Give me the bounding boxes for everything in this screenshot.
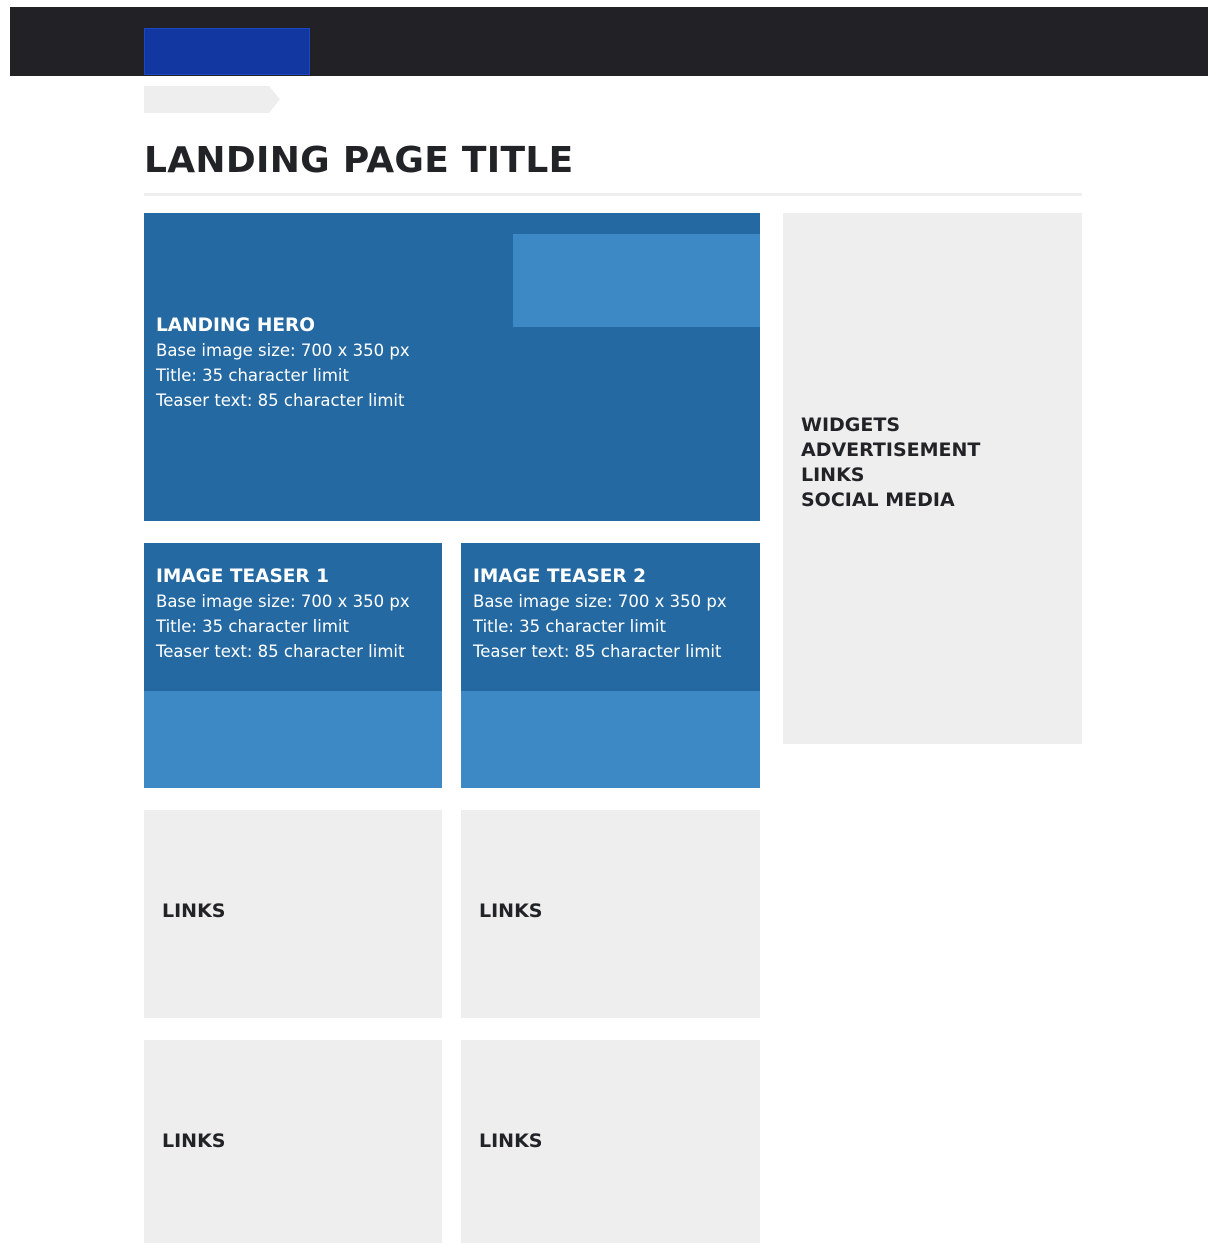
hero-title-limit: Title: 35 character limit (156, 366, 349, 385)
teaser-1-text: IMAGE TEASER 1 Base image size: 700 x 35… (156, 564, 410, 664)
landing-page-wireframe: LANDING PAGE TITLE LANDING HERO Base ima… (0, 0, 1208, 1243)
title-divider (144, 193, 1082, 196)
teaser-1-image-size: Base image size: 700 x 350 px (156, 592, 410, 611)
links-box-1-label: LINKS (162, 900, 226, 922)
teaser-2-teaser-limit: Teaser text: 85 character limit (473, 642, 722, 661)
links-box-1[interactable]: LINKS (144, 810, 442, 1018)
teaser-2-image-size: Base image size: 700 x 350 px (473, 592, 727, 611)
sidebar-widgets[interactable]: WIDGETS ADVERTISEMENT LINKS SOCIAL MEDIA (783, 213, 1082, 744)
teaser-2-heading: IMAGE TEASER 2 (473, 566, 646, 587)
teaser-1-teaser-limit: Teaser text: 85 character limit (156, 642, 405, 661)
hero-teaser-limit: Teaser text: 85 character limit (156, 391, 405, 410)
links-box-4[interactable]: LINKS (461, 1040, 760, 1243)
teaser-1-heading: IMAGE TEASER 1 (156, 566, 329, 587)
sidebar-item-advertisement: ADVERTISEMENT (801, 439, 981, 461)
sidebar-item-social-media: SOCIAL MEDIA (801, 489, 955, 511)
teaser-2-title-limit: Title: 35 character limit (473, 617, 666, 636)
site-logo[interactable] (144, 28, 310, 75)
sidebar-item-links: LINKS (801, 464, 865, 486)
links-box-4-label: LINKS (479, 1130, 543, 1152)
breadcrumb[interactable] (144, 86, 280, 113)
links-box-3-label: LINKS (162, 1130, 226, 1152)
teaser-1-title-limit: Title: 35 character limit (156, 617, 349, 636)
links-box-2[interactable]: LINKS (461, 810, 760, 1018)
hero-image-size: Base image size: 700 x 350 px (156, 341, 410, 360)
links-box-3[interactable]: LINKS (144, 1040, 442, 1243)
hero-image-placeholder (513, 234, 760, 327)
hero-text: LANDING HERO Base image size: 700 x 350 … (156, 313, 410, 413)
hero-heading: LANDING HERO (156, 315, 316, 336)
teaser-2-text: IMAGE TEASER 2 Base image size: 700 x 35… (473, 564, 727, 664)
sidebar-item-widgets: WIDGETS (801, 414, 901, 436)
links-box-2-label: LINKS (479, 900, 543, 922)
page-title: LANDING PAGE TITLE (144, 140, 574, 181)
sidebar-list: WIDGETS ADVERTISEMENT LINKS SOCIAL MEDIA (801, 413, 980, 513)
